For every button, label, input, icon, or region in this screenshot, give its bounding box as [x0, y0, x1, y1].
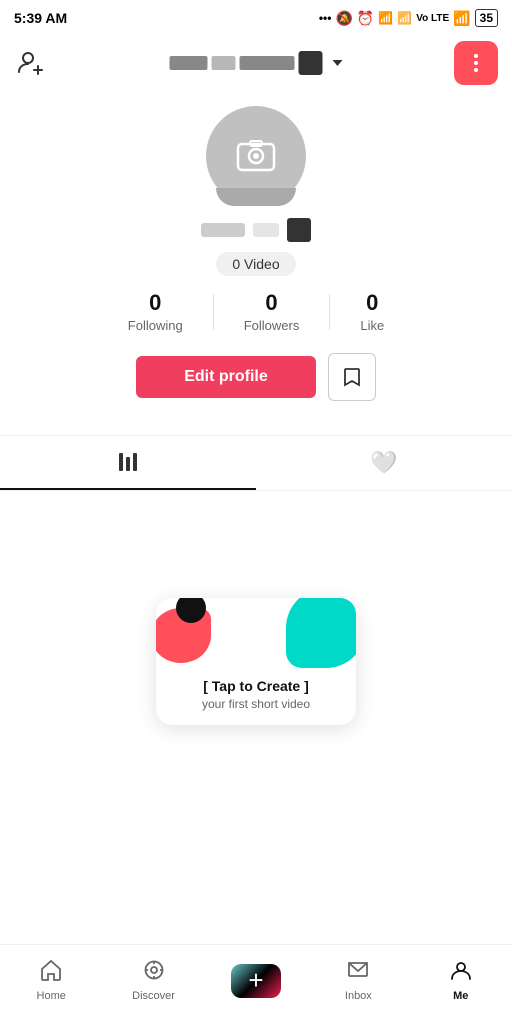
- nav-item-me[interactable]: Me: [431, 959, 491, 1002]
- wifi-icon: 📶: [453, 10, 470, 27]
- status-bar: 5:39 AM ••• 🔕 ⏰ 📶 📶 Vo LTE 📶 35: [0, 0, 512, 36]
- avatar[interactable]: [206, 106, 306, 206]
- bookmark-button[interactable]: [328, 353, 376, 401]
- username-selector[interactable]: [170, 51, 343, 75]
- stats-row: 0 Following 0 Followers 0 Like: [0, 290, 512, 333]
- likes-stat[interactable]: 0 Like: [330, 290, 414, 333]
- create-icon[interactable]: +: [231, 964, 281, 998]
- likes-label: Like: [360, 318, 384, 333]
- me-icon: [450, 959, 472, 987]
- battery-icon: 35: [475, 9, 498, 27]
- signal-icon: •••: [319, 11, 332, 25]
- username-display: [170, 51, 323, 75]
- create-card-decoration: [156, 598, 356, 668]
- profile-section: 0 Video 0 Following 0 Followers 0 Like E…: [0, 90, 512, 425]
- three-dots-icon: [474, 54, 478, 72]
- alarm-icon: ⏰: [357, 10, 374, 27]
- inbox-label: Inbox: [345, 990, 372, 1002]
- username-placeholder: [201, 218, 311, 242]
- bookmark-icon: [341, 366, 363, 388]
- action-buttons-row: Edit profile: [136, 353, 376, 401]
- nav-item-home[interactable]: Home: [21, 959, 81, 1002]
- content-area: [ Tap to Create ] your first short video: [0, 491, 512, 791]
- likes-count: 0: [366, 290, 378, 316]
- nav-item-inbox[interactable]: Inbox: [328, 959, 388, 1002]
- status-time: 5:39 AM: [14, 10, 67, 26]
- create-card[interactable]: [ Tap to Create ] your first short video: [156, 598, 356, 725]
- add-user-button[interactable]: [14, 47, 46, 79]
- inbox-icon: [347, 959, 369, 987]
- top-navigation: [0, 36, 512, 90]
- me-label: Me: [453, 990, 468, 1002]
- followers-count: 0: [265, 290, 277, 316]
- discover-icon: [143, 959, 165, 987]
- followers-stat[interactable]: 0 Followers: [214, 290, 330, 333]
- create-card-subtitle: your first short video: [168, 697, 344, 711]
- home-icon: [40, 959, 62, 987]
- camera-icon: [234, 134, 278, 178]
- create-card-title: [ Tap to Create ]: [168, 678, 344, 694]
- nav-item-create[interactable]: +: [226, 964, 286, 998]
- followers-label: Followers: [244, 318, 300, 333]
- following-stat[interactable]: 0 Following: [98, 290, 213, 333]
- grid-icon: [119, 453, 137, 471]
- nav-item-discover[interactable]: Discover: [124, 959, 184, 1002]
- more-options-button[interactable]: [454, 41, 498, 85]
- network-type-icon: Vo LTE: [416, 13, 449, 24]
- heart-like-icon: 🤍: [370, 450, 397, 476]
- status-icons: ••• 🔕 ⏰ 📶 📶 Vo LTE 📶 35: [319, 9, 498, 27]
- tab-videos[interactable]: [0, 436, 256, 490]
- content-tabs: 🤍: [0, 436, 512, 491]
- signal-bars2-icon: 📶: [397, 11, 412, 25]
- home-label: Home: [37, 990, 66, 1002]
- video-count-badge: 0 Video: [216, 252, 295, 276]
- bottom-navigation: Home Discover + Inbox: [0, 944, 512, 1024]
- discover-label: Discover: [132, 990, 175, 1002]
- create-card-body: [ Tap to Create ] your first short video: [156, 668, 356, 725]
- avatar-bottom-strip: [216, 188, 296, 206]
- tab-liked[interactable]: 🤍: [256, 436, 512, 490]
- following-label: Following: [128, 318, 183, 333]
- chevron-down-icon: [333, 60, 343, 66]
- mute-icon: 🔕: [335, 10, 352, 27]
- blob-teal: [286, 598, 356, 668]
- signal-bars-icon: 📶: [378, 11, 393, 25]
- following-count: 0: [149, 290, 161, 316]
- edit-profile-button[interactable]: Edit profile: [136, 356, 316, 398]
